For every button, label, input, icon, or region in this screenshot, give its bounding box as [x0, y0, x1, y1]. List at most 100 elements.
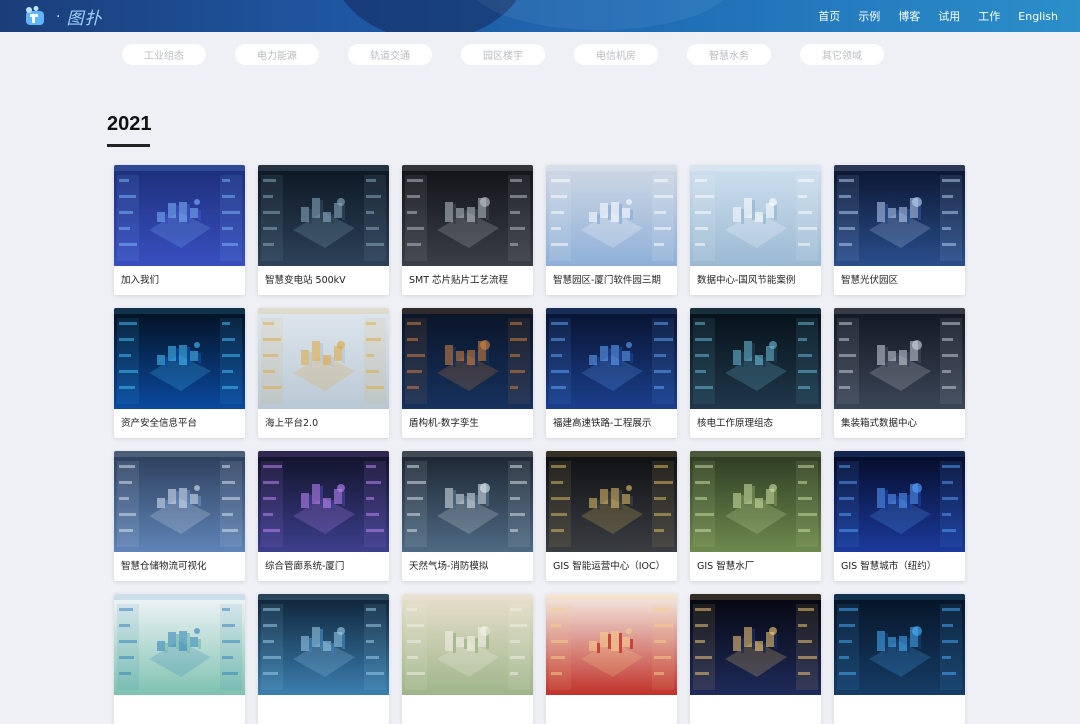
- project-card[interactable]: [402, 594, 533, 724]
- project-title[interactable]: GIS 智慧水厂: [690, 552, 821, 581]
- project-thumbnail[interactable]: [834, 165, 965, 266]
- project-thumbnail[interactable]: [546, 594, 677, 695]
- project-thumbnail[interactable]: [258, 308, 389, 409]
- nav-examples[interactable]: 示例: [858, 8, 880, 24]
- project-thumbnail[interactable]: [690, 165, 821, 266]
- thumbnail-art: [114, 308, 245, 409]
- project-title[interactable]: [834, 695, 965, 724]
- project-thumbnail[interactable]: [546, 165, 677, 266]
- thumbnail-art: [258, 451, 389, 552]
- project-title[interactable]: 福建高速铁路-工程展示: [546, 409, 677, 438]
- category-power[interactable]: 电力能源: [235, 44, 319, 65]
- project-title[interactable]: 核电工作原理组态: [690, 409, 821, 438]
- project-title[interactable]: GIS 智能运营中心（IOC）: [546, 552, 677, 581]
- project-card[interactable]: 核电工作原理组态: [690, 308, 821, 438]
- project-title[interactable]: [114, 695, 245, 724]
- project-thumbnail[interactable]: [690, 594, 821, 695]
- project-thumbnail[interactable]: [402, 165, 533, 266]
- project-card[interactable]: 盾构机-数字孪生: [402, 308, 533, 438]
- project-thumbnail[interactable]: [114, 308, 245, 409]
- project-title[interactable]: [258, 695, 389, 724]
- project-card[interactable]: 智慧园区-厦门软件园三期: [546, 165, 677, 295]
- project-card[interactable]: 智慧变电站 500kV: [258, 165, 389, 295]
- thumbnail-art: [402, 451, 533, 552]
- header-decoration: [470, 0, 730, 30]
- thumbnail-art: [834, 165, 965, 266]
- project-thumbnail[interactable]: [114, 165, 245, 266]
- project-card[interactable]: 福建高速铁路-工程展示: [546, 308, 677, 438]
- nav-home[interactable]: 首页: [818, 8, 840, 24]
- project-card[interactable]: 智慧光伏园区: [834, 165, 965, 295]
- project-thumbnail[interactable]: [402, 451, 533, 552]
- project-title[interactable]: [402, 695, 533, 724]
- project-card[interactable]: [690, 594, 821, 724]
- project-title[interactable]: 集装箱式数据中心: [834, 409, 965, 438]
- category-water[interactable]: 智慧水务: [687, 44, 771, 65]
- project-title[interactable]: 智慧变电站 500kV: [258, 266, 389, 295]
- logo-icon: [26, 5, 44, 25]
- category-filter: 工业组态 电力能源 轨道交通 园区楼宇 电信机房 智慧水务 其它领域: [122, 44, 884, 65]
- project-title[interactable]: 综合管廊系统-厦门: [258, 552, 389, 581]
- project-thumbnail[interactable]: [402, 594, 533, 695]
- thumbnail-art: [402, 594, 533, 695]
- thumbnail-art: [114, 451, 245, 552]
- project-card[interactable]: 数据中心-国风节能案例: [690, 165, 821, 295]
- project-card[interactable]: GIS 智慧水厂: [690, 451, 821, 581]
- project-thumbnail[interactable]: [690, 451, 821, 552]
- project-thumbnail[interactable]: [258, 165, 389, 266]
- nav-blog[interactable]: 博客: [898, 8, 920, 24]
- project-thumbnail[interactable]: [258, 451, 389, 552]
- category-other[interactable]: 其它领域: [800, 44, 884, 65]
- project-card[interactable]: [258, 594, 389, 724]
- project-card[interactable]: [546, 594, 677, 724]
- project-thumbnail[interactable]: [690, 308, 821, 409]
- project-card[interactable]: 天然气场-消防模拟: [402, 451, 533, 581]
- project-title[interactable]: [690, 695, 821, 724]
- project-card[interactable]: 海上平台2.0: [258, 308, 389, 438]
- category-rail[interactable]: 轨道交通: [348, 44, 432, 65]
- project-card[interactable]: 资产安全信息平台: [114, 308, 245, 438]
- project-title[interactable]: SMT 芯片贴片工艺流程: [402, 266, 533, 295]
- main-nav: 首页 示例 博客 试用 工作 English: [818, 0, 1058, 32]
- project-title[interactable]: GIS 智慧城市（纽约）: [834, 552, 965, 581]
- project-thumbnail[interactable]: [258, 594, 389, 695]
- project-thumbnail[interactable]: [834, 594, 965, 695]
- section-year: 2021: [107, 113, 152, 135]
- project-card[interactable]: GIS 智能运营中心（IOC）: [546, 451, 677, 581]
- category-campus[interactable]: 园区楼宇: [461, 44, 545, 65]
- brand-name: 图扑: [66, 9, 103, 29]
- project-title[interactable]: 加入我们: [114, 266, 245, 295]
- project-card[interactable]: 综合管廊系统-厦门: [258, 451, 389, 581]
- brand-logo[interactable]: · 图扑: [24, 4, 102, 29]
- nav-english[interactable]: English: [1018, 10, 1058, 23]
- thumbnail-art: [690, 451, 821, 552]
- project-card[interactable]: SMT 芯片贴片工艺流程: [402, 165, 533, 295]
- project-title[interactable]: 智慧园区-厦门软件园三期: [546, 266, 677, 295]
- project-thumbnail[interactable]: [546, 308, 677, 409]
- project-title[interactable]: 天然气场-消防模拟: [402, 552, 533, 581]
- project-thumbnail[interactable]: [114, 594, 245, 695]
- project-title[interactable]: 盾构机-数字孪生: [402, 409, 533, 438]
- thumbnail-art: [546, 451, 677, 552]
- project-card[interactable]: 集装箱式数据中心: [834, 308, 965, 438]
- project-thumbnail[interactable]: [546, 451, 677, 552]
- project-title[interactable]: [546, 695, 677, 724]
- project-title[interactable]: 资产安全信息平台: [114, 409, 245, 438]
- project-card[interactable]: [834, 594, 965, 724]
- project-thumbnail[interactable]: [834, 451, 965, 552]
- project-title[interactable]: 海上平台2.0: [258, 409, 389, 438]
- project-title[interactable]: 数据中心-国风节能案例: [690, 266, 821, 295]
- project-title[interactable]: 智慧光伏园区: [834, 266, 965, 295]
- project-card[interactable]: GIS 智慧城市（纽约）: [834, 451, 965, 581]
- nav-trial[interactable]: 试用: [938, 8, 960, 24]
- project-card[interactable]: 加入我们: [114, 165, 245, 295]
- category-telecom[interactable]: 电信机房: [574, 44, 658, 65]
- project-thumbnail[interactable]: [114, 451, 245, 552]
- project-thumbnail[interactable]: [402, 308, 533, 409]
- project-card[interactable]: [114, 594, 245, 724]
- project-title[interactable]: 智慧仓储物流可视化: [114, 552, 245, 581]
- project-card[interactable]: 智慧仓储物流可视化: [114, 451, 245, 581]
- project-thumbnail[interactable]: [834, 308, 965, 409]
- nav-jobs[interactable]: 工作: [978, 8, 1000, 24]
- category-industrial[interactable]: 工业组态: [122, 44, 206, 65]
